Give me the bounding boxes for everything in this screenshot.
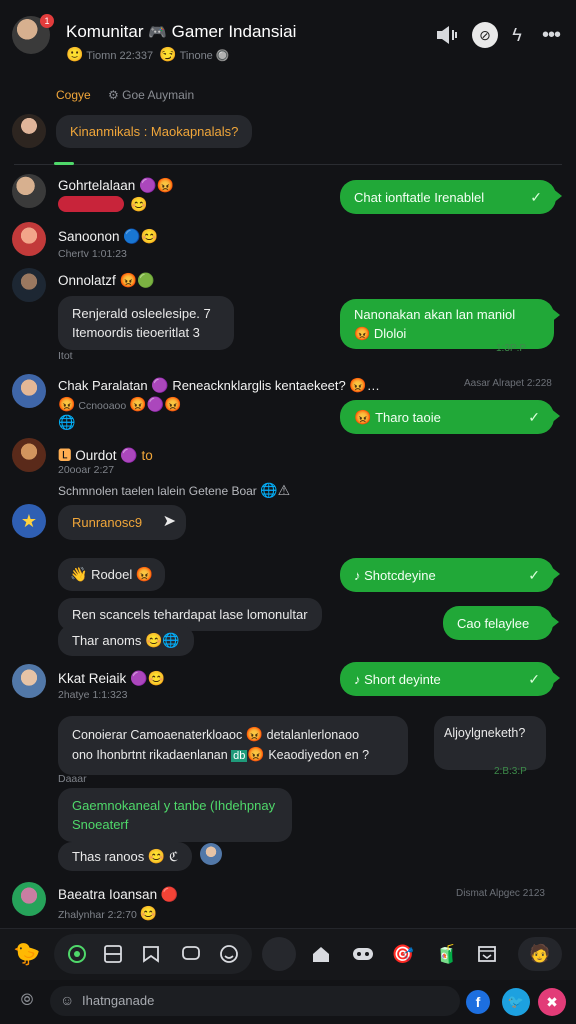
gamepad-icon[interactable] [346,937,380,971]
read-check-icon: ✓ [528,408,540,425]
header-subtitle: 🙂 Tiomn 22:337 😏 Tinone 🔘 [66,46,230,62]
message-author: Onnolatzf 😡🟢 [58,272,155,288]
notification-icon[interactable]: 🎯 [386,937,420,971]
incoming-message[interactable]: Aljoylgneketh? [434,716,546,770]
message-time: Chertv 1:01:23 [58,248,127,260]
profile-avatar-button[interactable]: 🧑 [518,937,562,971]
message-author: Baeatra Ioansan 🔴 [58,886,179,902]
tab-active[interactable]: Cogye [56,88,91,102]
system-message: Schmnolen taelen lalein Getene Boar 🌐⚠ [58,482,291,498]
app-logo-icon[interactable]: 🐤 [10,937,44,971]
message-time: 2:B:3:P [494,766,527,777]
header-bar: 1 Komunitar 🎮 Gamer Indansiai 🙂 Tiomn 22… [0,0,576,70]
message-icon[interactable] [174,937,208,971]
chat-icon[interactable] [60,937,94,971]
message-author: Sanoonon 🔵😊 [58,228,159,244]
message-author: Kkat Reiaik 🟣😊 [58,670,165,686]
tab-bar: Cogye ⚙ Goe Auymain [0,84,576,108]
facebook-icon[interactable]: f [466,990,490,1014]
pinned-avatar [12,114,46,148]
outgoing-message[interactable]: ♪ Short deyinte ✓ [340,662,560,696]
attach-icon[interactable]: ⦾ [10,984,44,1018]
user-avatar[interactable] [12,222,46,256]
tab-other[interactable]: ⚙ Goe Auymain [108,88,194,102]
user-avatar[interactable] [12,882,46,916]
shop-icon[interactable]: 🧃 [430,937,464,971]
message-time: Daaar [58,773,87,785]
globe-icon: 🌐 [58,414,76,430]
outgoing-message[interactable]: Chat ionftatle Irenablel ✓ [340,180,562,214]
read-check-icon: ✓ [528,670,540,687]
outgoing-message[interactable]: Nanonakan akan lan maniol 😡 Dloloi [340,299,560,349]
incoming-message[interactable]: 👋 Rodoel 😡 [58,558,166,591]
reaction-emoji: 😊 [130,196,148,212]
divider [14,164,562,165]
read-check-icon: ✓ [528,566,540,583]
user-avatar[interactable] [12,174,46,208]
emoji-icon[interactable] [212,937,246,971]
arrow-icon: ➤ [162,513,176,530]
message-time: Itot [58,350,73,362]
scroll-indicator [54,162,74,165]
settings-icon: ⚙ [108,88,119,102]
message-author: Chak Paralatan 🟣 Reneacknklarglis kentae… [58,377,380,393]
incoming-message[interactable]: Renjerald osleelesipe. 7 Itemoordis tieo… [58,296,234,350]
user-avatar[interactable] [12,268,46,302]
outgoing-message[interactable]: 😡 Tharo taoie ✓ [340,400,560,434]
bolt-icon[interactable]: ϟ [506,22,528,48]
twitter-icon[interactable]: 🐦 [502,988,530,1016]
read-check-icon: ✓ [530,188,542,205]
record-button[interactable] [262,937,296,971]
message-author: Gohrtelalaan 🟣😡 [58,177,174,193]
pinned-message[interactable]: Kinanmikals : Maokapnalals? [56,115,253,148]
message-time: 2hatye 1:1:323 [58,689,128,701]
outgoing-message[interactable]: Cao felaylee [443,606,559,640]
incoming-message[interactable]: Conoierar Camoaenaterkloaoc 😡 detalanler… [58,716,408,775]
message-reactions: 😡 Ccnooaoo 😡🟣😡 [58,396,182,412]
speaker-icon[interactable] [434,22,460,48]
message-input[interactable]: ☺ Ihatnganade [50,986,460,1016]
incoming-message[interactable]: Thas ranoos 😊 ℭ [58,842,193,871]
message-time: 20ooar 2:27 [58,464,115,476]
message-time: Zhalynhar 2:2:70 😊 [58,905,158,921]
close-share-icon[interactable]: ✖ [538,988,566,1016]
user-avatar[interactable] [12,374,46,408]
more-options-icon[interactable]: ••• [538,22,564,48]
inbox-icon[interactable] [470,937,504,971]
message-author: 🅻 Ourdot 🟣 to [58,447,153,463]
reaction-badge[interactable] [58,196,124,212]
page-title: Komunitar 🎮 Gamer Indansiai [66,22,297,41]
message-time: Dismat Alpgec 2123 [456,888,545,899]
grid-icon[interactable] [96,937,130,971]
profile-icon[interactable]: ⊘ [472,22,498,48]
bookmark-icon[interactable] [134,937,168,971]
incoming-message[interactable]: Thar anoms 😊🌐 [58,625,194,656]
highlight-message[interactable]: Gaemnokaneal y tanbe (Ihdehpnay Snoeater… [58,788,292,842]
message-time: Aasar Alrapet 2:228 [464,378,552,389]
star-avatar[interactable]: ★ [12,504,46,538]
user-avatar[interactable] [12,664,46,698]
user-avatar[interactable] [12,438,46,472]
message-time: 1:3P:P [496,343,527,354]
outgoing-message[interactable]: ♪ Shotcdeyine ✓ [340,558,560,592]
link-card[interactable]: Runranosc9 ➤ [58,505,186,540]
emoji-icon: ☺ [60,992,75,1008]
user-avatar[interactable] [200,843,222,865]
home-icon[interactable] [304,937,338,971]
notification-badge: 1 [40,14,54,28]
